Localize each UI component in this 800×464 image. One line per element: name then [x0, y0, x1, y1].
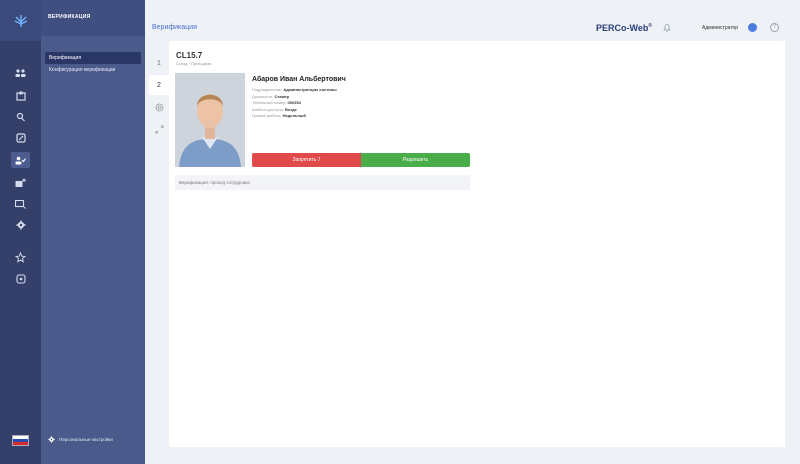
employee-details: Подразделение: Администраторы системы До… — [252, 87, 337, 120]
badge-icon[interactable] — [11, 88, 30, 104]
brand-logo: PERCo-Web® — [596, 23, 653, 33]
employee-field: График работы: Недельный — [252, 113, 306, 118]
device-title: CL15.7 — [176, 51, 203, 60]
personal-settings-label: Персональные настройки — [59, 437, 113, 442]
deny-button[interactable]: Запретить 7 — [252, 153, 361, 167]
key-icon[interactable] — [11, 109, 30, 125]
gear-icon[interactable] — [11, 217, 30, 233]
help-icon[interactable]: ? — [770, 23, 779, 32]
personal-settings-link[interactable]: Персональные настройки — [48, 436, 113, 443]
step-1[interactable]: 1 — [149, 53, 169, 73]
top-bar: Верификация PERCo-Web® Администратор ? — [145, 0, 800, 36]
star-icon[interactable] — [11, 249, 30, 265]
expand-icon[interactable] — [149, 119, 169, 139]
device-location: Склад › Проходная — [176, 61, 212, 66]
logo-icon[interactable] — [0, 0, 41, 41]
settings-gear-icon — [48, 436, 55, 443]
event-log: Верификация: проход сотрудника — [175, 175, 470, 190]
employee-photo — [175, 73, 245, 167]
breadcrumb[interactable]: Верификация — [152, 24, 197, 31]
user-add-icon[interactable] — [11, 175, 30, 191]
notifications-bell-icon[interactable] — [663, 23, 671, 34]
verification-icon[interactable] — [11, 152, 30, 168]
current-user[interactable]: Администратор — [702, 25, 738, 31]
sidebar-item-verification[interactable]: Верификация — [45, 52, 141, 64]
employee-name: Абаров Иван Альбертович — [252, 76, 346, 83]
target-icon[interactable] — [149, 97, 169, 117]
monitor-icon[interactable] — [11, 196, 30, 212]
user-avatar-icon[interactable] — [748, 23, 757, 32]
allow-button[interactable]: Разрешить — [361, 153, 470, 167]
step-2[interactable]: 2 — [149, 75, 169, 95]
app-icon[interactable] — [11, 271, 30, 287]
sidebar-item-verification-config[interactable]: Конфигурация верификации — [45, 64, 141, 76]
section-sidebar: ВЕРИФИКАЦИЯ Верификация Конфигурация вер… — [41, 0, 145, 464]
icon-rail — [0, 0, 41, 464]
verification-panel: CL15.7 Склад › Проходная Абаров Иван Аль… — [169, 41, 785, 447]
card-icon[interactable] — [11, 130, 30, 146]
step-rail: 1 2 — [149, 47, 169, 447]
sidebar-title: ВЕРИФИКАЦИЯ — [41, 0, 145, 36]
people-icon[interactable] — [11, 65, 30, 81]
language-flag-icon[interactable] — [12, 435, 29, 446]
